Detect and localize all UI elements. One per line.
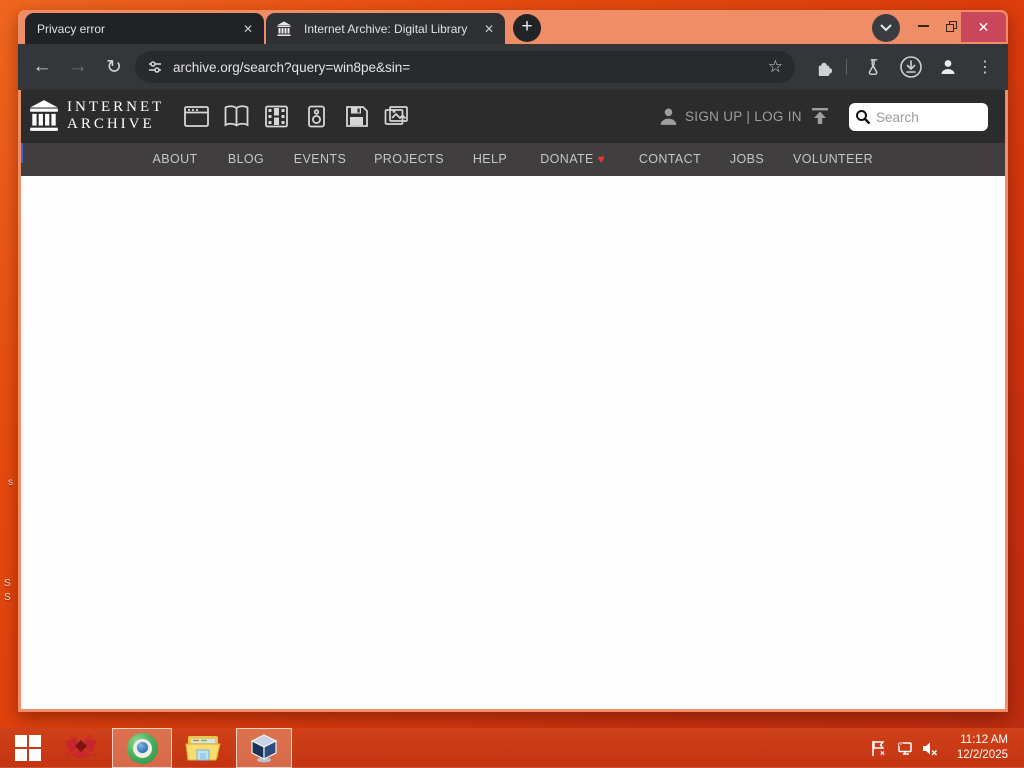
flask-icon (868, 59, 878, 75)
taskbar-app-file-explorer[interactable] (178, 728, 232, 768)
nav-about[interactable]: ABOUT (152, 152, 197, 166)
taskbar: 11:12 AM 12/2/2025 (0, 728, 1024, 768)
web-page: INTERNET ARCHIVE SIGN UP | LOG IN Search… (21, 90, 1005, 709)
person-icon (941, 60, 955, 74)
tab-close-icon[interactable]: ✕ (481, 21, 497, 37)
ia-wordmark[interactable]: INTERNET ARCHIVE (67, 99, 164, 133)
puzzle-icon (818, 62, 832, 76)
ia-wordmark-line2: ARCHIVE (67, 116, 155, 132)
browser-titlebar[interactable]: Privacy error ✕ Internet Archive: Digita… (18, 10, 1008, 44)
ia-wordmark-line1: INTERNET (67, 99, 165, 115)
back-button[interactable]: ← (27, 52, 57, 82)
volume-muted-icon[interactable] (921, 740, 938, 757)
nav-projects[interactable]: PROJECTS (374, 152, 444, 166)
tab-title: Internet Archive: Digital Library (304, 21, 468, 36)
new-tab-button[interactable]: + (513, 14, 541, 42)
tab-internet-archive[interactable]: Internet Archive: Digital Library ✕ (266, 13, 505, 44)
render-artifact (21, 143, 23, 163)
kebab-menu-icon: ⋮ (977, 59, 993, 76)
images-media-icon[interactable] (383, 104, 410, 129)
downloads-button[interactable] (897, 52, 925, 82)
page-content-blank (21, 176, 1005, 709)
texts-media-icon[interactable] (223, 104, 250, 129)
internet-archive-logo-icon[interactable] (27, 99, 61, 133)
desktop-icon-label-fragment: S (4, 578, 11, 589)
browser-window: Privacy error ✕ Internet Archive: Digita… (18, 10, 1008, 712)
desktop-icon-label-fragment: s (8, 477, 13, 488)
video-media-icon[interactable] (263, 104, 290, 129)
nav-donate[interactable]: DONATE (540, 152, 594, 166)
minimize-button[interactable] (910, 10, 936, 42)
nav-events[interactable]: EVENTS (294, 152, 346, 166)
chevron-down-icon (880, 24, 892, 32)
nav-blog[interactable]: BLOG (228, 152, 264, 166)
browser-menu-button[interactable]: ⋮ (971, 52, 999, 82)
url-text[interactable]: archive.org/search?query=win8pe&sin= (173, 60, 760, 75)
chrome-icon (126, 732, 158, 764)
tab-privacy-error[interactable]: Privacy error ✕ (25, 13, 264, 44)
virtualbox-icon (250, 734, 278, 763)
taskbar-clock[interactable]: 11:12 AM 12/2/2025 (957, 733, 1008, 763)
audio-media-icon[interactable] (303, 104, 330, 129)
reload-button[interactable]: ↻ (99, 52, 129, 82)
donate-heart-icon: ♥ (597, 152, 605, 166)
nav-volunteer[interactable]: VOLUNTEER (793, 152, 873, 166)
ia-search-input[interactable] (876, 109, 976, 125)
close-window-button[interactable]: ✕ (961, 12, 1006, 42)
upload-icon[interactable] (809, 105, 831, 127)
desktop-icon-label-fragment: S (4, 592, 11, 603)
ia-header: INTERNET ARCHIVE SIGN UP | LOG IN Search (21, 90, 1005, 143)
toolbar-separator (846, 59, 847, 75)
internet-archive-favicon-icon (276, 21, 292, 37)
account-person-icon[interactable] (658, 106, 679, 127)
ia-search-box[interactable] (849, 103, 988, 131)
action-center-flag-icon[interactable] (870, 740, 887, 757)
forward-button[interactable]: → (63, 52, 93, 82)
taskbar-app-virtualbox[interactable] (236, 728, 292, 768)
browser-toolbar: ← → ↻ archive.org/search?query=win8pe&si… (18, 44, 1008, 90)
taskbar-app-red-utility[interactable] (58, 728, 104, 768)
red-app-icon (65, 734, 97, 759)
signup-login-link[interactable]: SIGN UP | LOG IN (685, 109, 802, 124)
profile-button[interactable] (934, 52, 962, 82)
desktop: s S S Privacy error ✕ Internet Archive: … (0, 0, 1024, 768)
experiments-button[interactable] (860, 52, 888, 82)
site-info-icon[interactable] (147, 59, 163, 75)
taskbar-app-chrome[interactable] (112, 728, 172, 768)
clock-time: 11:12 AM (960, 734, 1008, 746)
web-media-icon[interactable] (183, 104, 210, 129)
search-icon (856, 110, 871, 125)
tab-search-button[interactable] (872, 14, 900, 42)
tab-title: Privacy error (37, 21, 106, 36)
nav-contact[interactable]: CONTACT (639, 152, 701, 166)
network-status-icon[interactable] (897, 740, 914, 757)
restore-icon (945, 20, 957, 32)
address-bar[interactable]: archive.org/search?query=win8pe&sin= ☆ (135, 51, 795, 83)
bookmark-star-icon[interactable]: ☆ (768, 57, 783, 77)
clock-date: 12/2/2025 (956, 749, 1008, 761)
nav-help[interactable]: HELP (473, 152, 507, 166)
windows-logo-icon (15, 735, 41, 761)
folder-icon (185, 736, 221, 761)
start-button[interactable] (6, 728, 50, 768)
download-icon (900, 56, 922, 78)
extensions-button[interactable] (810, 52, 838, 82)
tab-close-icon[interactable]: ✕ (240, 21, 256, 37)
nav-jobs[interactable]: JOBS (730, 152, 764, 166)
software-media-icon[interactable] (343, 104, 370, 129)
ia-navbar: ABOUT BLOG EVENTS PROJECTS HELP DONATE ♥… (21, 143, 1005, 176)
